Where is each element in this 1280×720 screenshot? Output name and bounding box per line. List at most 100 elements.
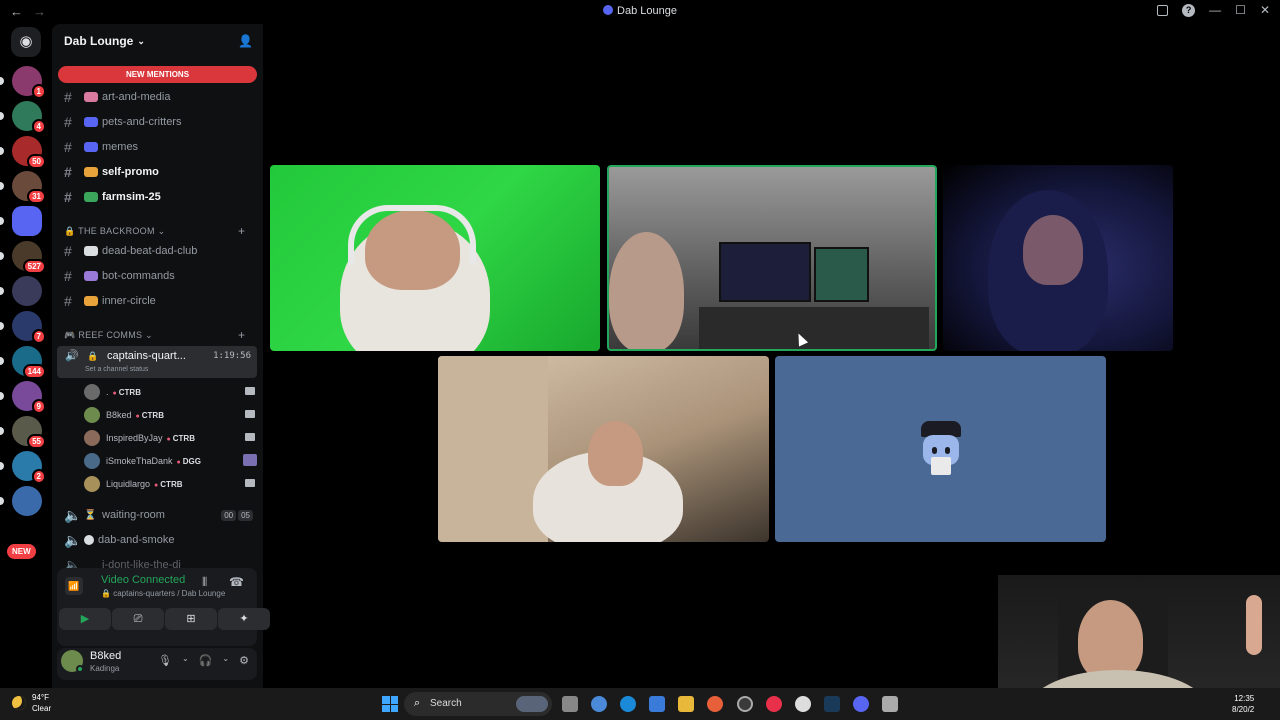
- lock-icon: 🔒: [87, 351, 99, 361]
- text-channel[interactable]: # art-and-media: [52, 86, 263, 108]
- channel-name: farmsim-25: [102, 191, 161, 203]
- video-tile-speaking[interactable]: [607, 165, 937, 351]
- voice-status-subtitle[interactable]: 🔒 captains-quarters / Dab Lounge: [101, 589, 225, 598]
- video-tile[interactable]: [438, 356, 769, 542]
- gear-icon[interactable]: ⚙: [239, 654, 249, 667]
- role-tag: CTRB: [167, 434, 195, 443]
- member-name: InspiredByJay: [106, 433, 163, 443]
- text-channel[interactable]: # bot-commands: [52, 265, 263, 287]
- signal-icon[interactable]: 📶: [65, 577, 83, 595]
- voice-member[interactable]: B8ked CTRB: [84, 405, 259, 425]
- server-icon[interactable]: 9: [12, 381, 46, 414]
- create-channel-icon[interactable]: +: [238, 328, 245, 342]
- help-icon[interactable]: ?: [1182, 3, 1196, 17]
- copilot-icon[interactable]: [591, 696, 607, 712]
- monitor-graphic: [814, 247, 869, 302]
- user-controls: 🎙 ⌄ 🎧 ⌄ ⚙: [158, 654, 249, 667]
- server-icon[interactable]: 31: [12, 171, 46, 204]
- discord-icon[interactable]: [853, 696, 869, 712]
- server-icon[interactable]: 50: [12, 136, 46, 169]
- voice-channel-waiting-room[interactable]: 🔈 ⏳ waiting-room 00 05: [52, 504, 263, 526]
- server-header[interactable]: Dab Lounge ⌄ 👤: [52, 24, 263, 58]
- inbox-icon[interactable]: [1157, 4, 1169, 16]
- server-icon[interactable]: [12, 276, 42, 306]
- microphone-icon[interactable]: 🎙: [158, 654, 172, 667]
- server-icon[interactable]: [12, 486, 42, 516]
- media-player-icon[interactable]: [766, 696, 782, 712]
- text-channel[interactable]: # memes: [52, 136, 263, 158]
- category-reef-comms[interactable]: 🎮 REEF COMMS ⌄ +: [64, 328, 245, 342]
- server-icon[interactable]: 2: [12, 451, 46, 484]
- server-icon[interactable]: 7: [12, 311, 46, 344]
- system-clock[interactable]: 12:35 8/20/2: [1232, 693, 1254, 715]
- username[interactable]: B8ked: [90, 650, 121, 662]
- chevron-down-icon[interactable]: ⌄: [182, 654, 189, 667]
- voice-channel-active[interactable]: 🔊 🔒 captains-quart... 1:19:56 Set a chan…: [57, 346, 257, 378]
- category-backroom[interactable]: 🔒 THE BACKROOM ⌄ +: [64, 224, 245, 238]
- new-mentions-bar[interactable]: NEW MENTIONS: [58, 66, 257, 83]
- server-icon[interactable]: 527: [12, 241, 46, 274]
- server-icon[interactable]: 144: [12, 346, 46, 379]
- mention-badge: 2: [31, 469, 46, 484]
- store-icon[interactable]: [649, 696, 665, 712]
- voice-member[interactable]: InspiredByJay CTRB: [84, 428, 259, 448]
- text-channel[interactable]: # dead-beat-dad-club: [52, 240, 263, 262]
- soundboard-icon: ✦: [239, 613, 249, 625]
- screen-share-icon: ⎚: [133, 613, 143, 625]
- windows-start-icon[interactable]: [382, 696, 398, 712]
- settings-icon[interactable]: [795, 696, 811, 712]
- voice-channel-dab-and-smoke[interactable]: 🔈 dab-and-smoke: [52, 529, 263, 551]
- text-channel[interactable]: # self-promo: [52, 161, 263, 183]
- unread-indicator: [0, 322, 4, 330]
- minimize-icon[interactable]: —: [1209, 3, 1221, 17]
- voice-member[interactable]: iSmokeThaDank DGG: [84, 451, 259, 471]
- edge-icon[interactable]: [620, 696, 636, 712]
- invite-people-icon[interactable]: 👤: [238, 34, 253, 48]
- disconnect-icon[interactable]: ☎: [229, 575, 244, 589]
- noise-suppression-icon[interactable]: ⦀: [202, 575, 207, 590]
- create-channel-icon[interactable]: +: [238, 224, 245, 238]
- camera-button[interactable]: ▶: [59, 608, 111, 630]
- obs-icon[interactable]: [737, 696, 753, 712]
- video-tile-no-camera[interactable]: [775, 356, 1106, 542]
- text-channel[interactable]: # inner-circle: [52, 290, 263, 312]
- server-icon[interactable]: 4: [12, 101, 46, 134]
- snipping-tool-icon[interactable]: [882, 696, 898, 712]
- new-unreads-pill[interactable]: NEW: [7, 544, 36, 559]
- weather-widget[interactable]: 94°F Clear: [12, 692, 51, 714]
- channel-status[interactable]: Set a channel status: [85, 366, 148, 373]
- text-channel[interactable]: # pets-and-critters: [52, 111, 263, 133]
- soundboard-button[interactable]: ✦: [218, 608, 270, 630]
- unread-indicator: [0, 497, 4, 505]
- close-icon[interactable]: ✕: [1260, 3, 1270, 17]
- voice-status-title[interactable]: Video Connected: [101, 574, 185, 586]
- door-graphic: [438, 356, 548, 542]
- firefox-icon[interactable]: [707, 696, 723, 712]
- avatar: [84, 430, 100, 446]
- headphones-graphic: [348, 205, 476, 265]
- maximize-icon[interactable]: ☐: [1235, 3, 1246, 17]
- discord-home-icon[interactable]: ◉: [11, 27, 41, 57]
- voice-member[interactable]: . CTRB: [84, 382, 259, 402]
- search-box[interactable]: ⌕ Search: [404, 692, 552, 716]
- mention-badge: 144: [22, 364, 46, 379]
- hashtag-icon: #: [64, 139, 72, 155]
- file-explorer-icon[interactable]: [678, 696, 694, 712]
- server-icon[interactable]: 1: [12, 66, 46, 99]
- server-icon[interactable]: 55: [12, 416, 46, 449]
- channel-name: art-and-media: [102, 91, 171, 103]
- server-icon[interactable]: [12, 206, 42, 236]
- video-tile[interactable]: [943, 165, 1173, 351]
- chevron-down-icon[interactable]: ⌄: [222, 654, 229, 667]
- voice-member[interactable]: LiquidlargoCTRB: [84, 474, 259, 494]
- text-channel[interactable]: # farmsim-25: [52, 186, 263, 208]
- activities-button[interactable]: ⊞: [165, 608, 217, 630]
- headphones-icon[interactable]: 🎧: [199, 654, 213, 667]
- avatar: [84, 407, 100, 423]
- screen-share-button[interactable]: ⎚: [112, 608, 164, 630]
- task-view-icon[interactable]: [562, 696, 578, 712]
- window-title: Dab Lounge: [0, 5, 1280, 17]
- channel-emoji-icon: [84, 192, 98, 202]
- video-tile[interactable]: [270, 165, 600, 351]
- steam-icon[interactable]: [824, 696, 840, 712]
